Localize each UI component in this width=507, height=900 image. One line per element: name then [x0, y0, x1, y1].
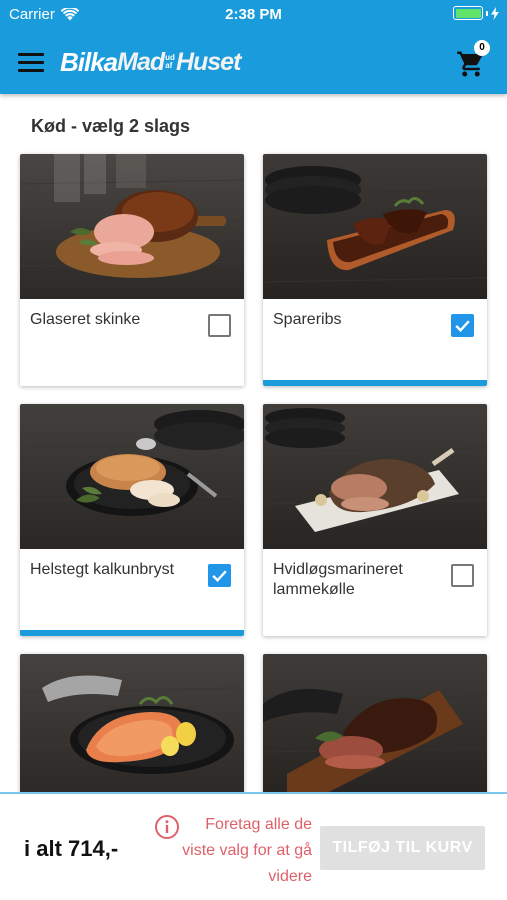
- product-card-hvidlogsmarineret-lammekolle[interactable]: Hvidløgsmarineret lammekølle: [263, 404, 487, 636]
- product-card-roast-beef[interactable]: [263, 654, 487, 792]
- selection-warning: Foretag alle de viste valg for at gå vid…: [152, 812, 312, 892]
- section-title: Kød - vælg 2 slags: [31, 116, 191, 136]
- hamburger-menu-icon[interactable]: [14, 48, 48, 76]
- product-checkbox[interactable]: [208, 314, 231, 337]
- nav-bar: Bilka Mad ud af Huset 0: [0, 30, 507, 94]
- lamb-leg-photo: [263, 404, 487, 549]
- checkmark-icon: [212, 570, 227, 582]
- product-checkbox[interactable]: [451, 314, 474, 337]
- spareribs-photo: [263, 154, 487, 299]
- product-card-salmon[interactable]: [20, 654, 244, 792]
- battery-indicator: [453, 6, 499, 20]
- salmon-photo: [20, 654, 244, 792]
- cart-count-badge: 0: [474, 40, 490, 56]
- checkmark-icon: [455, 320, 470, 332]
- selected-indicator-bar: [263, 380, 487, 386]
- app-header: Carrier 2:38 PM Bilka Mad ud af Huset 0: [0, 0, 507, 94]
- product-checkbox[interactable]: [451, 564, 474, 587]
- ham-photo: [20, 154, 244, 299]
- battery-icon: [453, 6, 483, 20]
- add-to-cart-button[interactable]: TILFØJ TIL KURV: [320, 826, 485, 870]
- charging-icon: [491, 6, 499, 20]
- product-name: Spareribs: [273, 311, 342, 328]
- product-card-helstegt-kalkunbryst[interactable]: Helstegt kalkunbryst: [20, 404, 244, 636]
- roast-beef-photo: [263, 654, 487, 792]
- cart-button[interactable]: 0: [455, 40, 491, 80]
- product-name: Glaseret skinke: [30, 311, 141, 328]
- product-card-spareribs[interactable]: Spareribs: [263, 154, 487, 386]
- turkey-breast-photo: [20, 404, 244, 549]
- total-price: i alt 714,-: [24, 836, 119, 861]
- product-checkbox[interactable]: [208, 564, 231, 587]
- clock: 2:38 PM: [225, 6, 282, 23]
- bilka-madudafhuset-logo[interactable]: Bilka Mad ud af Huset: [60, 46, 241, 78]
- status-bar: Carrier 2:38 PM: [0, 0, 507, 30]
- product-list[interactable]: Kød - vælg 2 slags Glaseret skinke Spare…: [0, 94, 507, 792]
- selected-indicator-bar: [20, 630, 244, 636]
- product-name: Hvidløgsmarineret lammekølle: [273, 561, 403, 598]
- order-footer: i alt 714,- Foretag alle de viste valg f…: [0, 792, 507, 900]
- warning-text: Foretag alle de viste valg for at gå vid…: [182, 816, 312, 885]
- product-card-glaseret-skinke[interactable]: Glaseret skinke: [20, 154, 244, 386]
- product-name: Helstegt kalkunbryst: [30, 561, 175, 578]
